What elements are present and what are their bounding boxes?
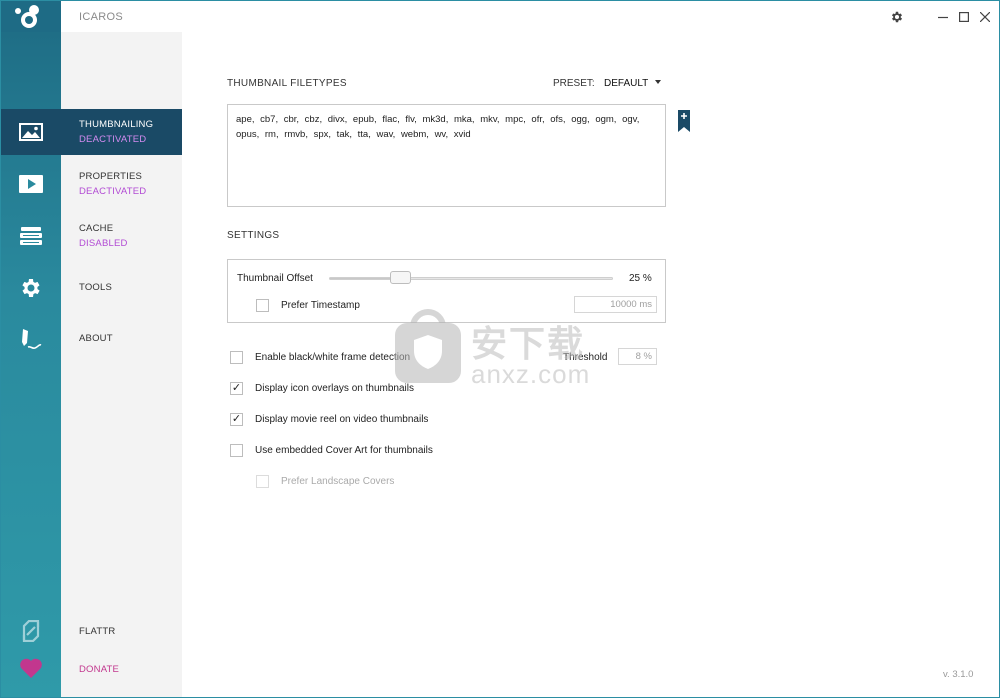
nav-status: DEACTIVATED: [79, 134, 147, 145]
app-window: ICAROS THUMBNAILING DEACTIVATED PROPERTI…: [0, 0, 1000, 698]
nav-item-about[interactable]: ABOUT: [79, 333, 113, 344]
settings-group: [227, 259, 666, 323]
preset-dropdown[interactable]: DEFAULT: [604, 78, 648, 89]
bw-detection-label: Enable black/white frame detection: [255, 352, 411, 363]
minimize-button[interactable]: [933, 7, 953, 27]
slider-thumb[interactable]: [389, 271, 411, 284]
movie-reel-checkbox[interactable]: ✓: [230, 413, 243, 426]
thumbnail-offset-value: 25 %: [629, 273, 652, 284]
heart-icon: [20, 658, 42, 678]
nav-status: DEACTIVATED: [79, 186, 147, 197]
nav-item-tools[interactable]: TOOLS: [79, 282, 112, 293]
rail-item-donate[interactable]: [1, 645, 61, 691]
minimize-icon: [938, 16, 948, 19]
nav-item-thumbnailing[interactable]: THUMBNAILING DEACTIVATED: [61, 109, 182, 155]
pen-icon: [22, 329, 42, 350]
nav-label: THUMBNAILING: [79, 119, 154, 130]
gear-icon: [891, 11, 903, 23]
nav-item-donate[interactable]: DONATE: [79, 664, 119, 675]
nav-item-cache[interactable]: CACHE DISABLED: [61, 213, 182, 259]
icon-overlays-label: Display icon overlays on thumbnails: [255, 383, 414, 394]
thumbnail-offset-label: Thumbnail Offset: [237, 273, 313, 284]
close-button[interactable]: [975, 7, 995, 27]
version-label: v. 3.1.0: [943, 669, 974, 680]
landscape-covers-checkbox[interactable]: [256, 475, 269, 488]
layers-icon: [20, 227, 42, 245]
rail-item-thumbnailing[interactable]: [1, 109, 61, 155]
cover-art-checkbox[interactable]: [230, 444, 243, 457]
threshold-label: Threshold: [563, 352, 608, 363]
threshold-field[interactable]: 8 %: [618, 348, 657, 365]
window-title: ICAROS: [79, 11, 123, 23]
play-icon: [19, 175, 43, 193]
gear-icon: [22, 279, 40, 297]
bw-detection-checkbox[interactable]: [230, 351, 243, 364]
chevron-down-icon[interactable]: [655, 80, 661, 84]
thumbnail-offset-slider[interactable]: [329, 277, 613, 280]
timestamp-field[interactable]: 10000 ms: [574, 296, 657, 313]
settings-button[interactable]: [887, 7, 907, 27]
nav-label: CACHE: [79, 223, 114, 234]
filetypes-title: THUMBNAIL FILETYPES: [227, 78, 347, 89]
rail-item-about[interactable]: [1, 317, 61, 363]
title-bar: ICAROS: [1, 1, 999, 32]
close-icon: [980, 12, 990, 22]
prefer-timestamp-label: Prefer Timestamp: [281, 300, 360, 311]
filetypes-textarea[interactable]: ape, cb7, cbr, cbz, divx, epub, flac, fl…: [227, 104, 666, 207]
rail-item-cache[interactable]: [1, 213, 61, 259]
check-mark-icon: ✓: [231, 413, 242, 425]
maximize-button[interactable]: [954, 7, 974, 27]
preset-label: PRESET:: [553, 78, 595, 89]
rail-item-properties[interactable]: [1, 161, 61, 207]
nav-item-flattr[interactable]: FLATTR: [79, 626, 115, 637]
check-mark-icon: ✓: [231, 382, 242, 394]
image-icon: [19, 123, 43, 141]
movie-reel-label: Display movie reel on video thumbnails: [255, 414, 429, 425]
nav-label: PROPERTIES: [79, 171, 143, 182]
nav-status: DISABLED: [79, 238, 128, 249]
landscape-covers-label: Prefer Landscape Covers: [281, 476, 395, 487]
nav-item-properties[interactable]: PROPERTIES DEACTIVATED: [61, 161, 182, 207]
watermark-url: anxz.com: [471, 359, 591, 389]
nav-panel: THUMBNAILING DEACTIVATED PROPERTIES DEAC…: [61, 32, 182, 697]
icon-overlays-checkbox[interactable]: ✓: [230, 382, 243, 395]
prefer-timestamp-checkbox[interactable]: [256, 299, 269, 312]
settings-title: SETTINGS: [227, 230, 280, 241]
flattr-icon: [22, 620, 40, 642]
maximize-icon: [959, 12, 969, 22]
app-logo-icon: [1, 1, 61, 32]
rail-item-tools[interactable]: [1, 265, 61, 311]
icon-rail: [1, 32, 61, 697]
cover-art-label: Use embedded Cover Art for thumbnails: [255, 445, 433, 456]
bookmark-add-icon[interactable]: [678, 110, 690, 132]
